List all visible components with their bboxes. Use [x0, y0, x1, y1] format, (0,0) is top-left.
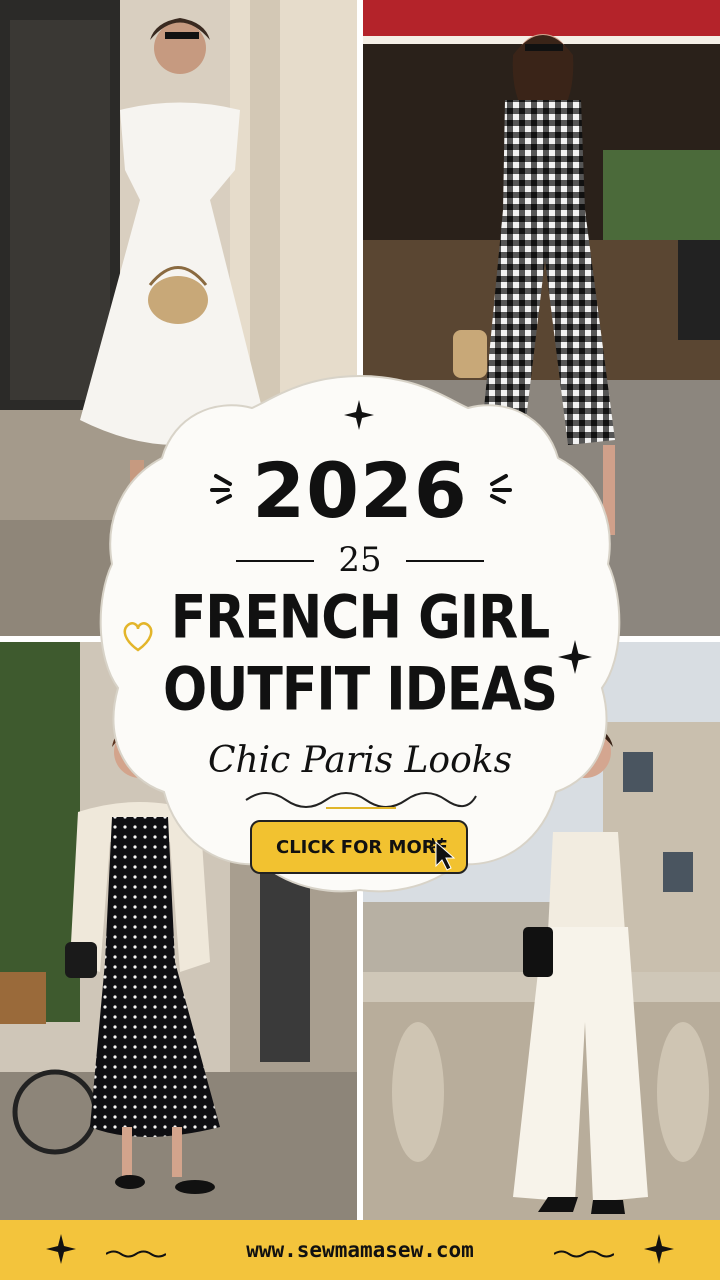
title-badge: 2026 25 FRENCH GIRL OUTFIT IDEAS Chic Pa… [96, 368, 624, 898]
divider-right [406, 560, 484, 562]
footer-bar: www.sewmamasew.com [0, 1220, 720, 1280]
squiggle-right-icon [553, 1244, 615, 1258]
cta-label: CLICK FOR MORE [276, 837, 448, 858]
subtitle: Chic Paris Looks [207, 740, 513, 781]
star-right-icon [644, 1234, 674, 1264]
outfit-count: 25 [338, 540, 382, 580]
cursor-icon [429, 837, 464, 874]
headline-line-2: OUTFIT IDEAS [162, 655, 558, 725]
year-heading: 2026 [252, 446, 468, 535]
sparkle-icon [344, 400, 374, 430]
click-for-more-button[interactable]: CLICK FOR MORE [250, 820, 468, 874]
headline-line-1: FRENCH GIRL [170, 583, 551, 653]
